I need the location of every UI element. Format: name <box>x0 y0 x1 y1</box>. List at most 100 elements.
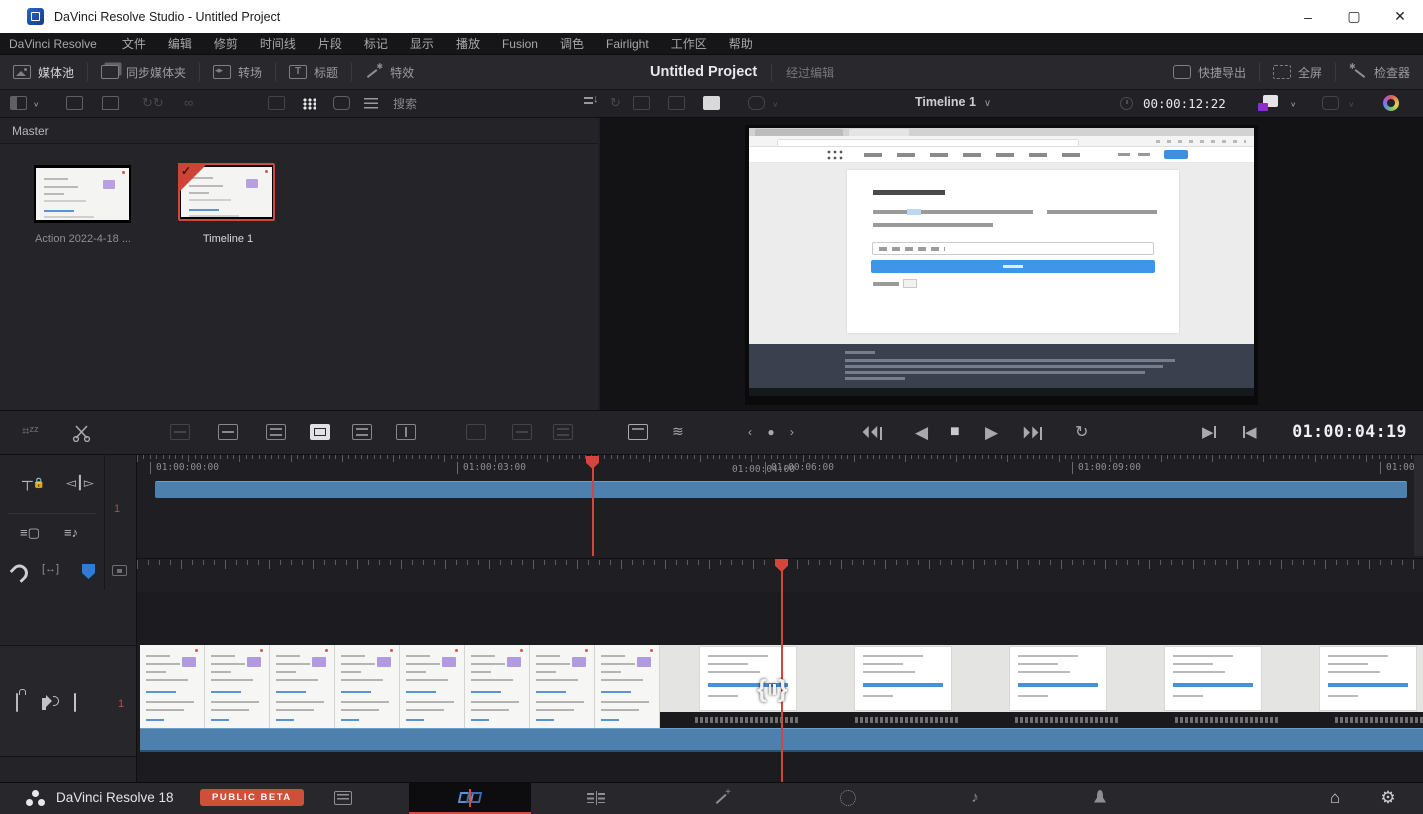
loop-button[interactable]: ↻ <box>1075 422 1088 442</box>
refresh-bin-icon[interactable]: ↻↻ <box>142 95 164 111</box>
menu-trim[interactable]: 修剪 <box>203 35 249 52</box>
media-clip-timeline1[interactable] <box>178 163 275 221</box>
previous-edit-button[interactable]: ◀ <box>1243 423 1257 441</box>
linked-selection-icon[interactable]: [↔] <box>42 563 59 575</box>
page-edit[interactable] <box>568 783 624 812</box>
menu-fusion[interactable]: Fusion <box>491 37 549 51</box>
smart-insert-icon[interactable] <box>170 424 190 440</box>
video-clip-1-filmstrip[interactable] <box>140 645 660 728</box>
filmstrip-view-icon[interactable] <box>268 96 285 110</box>
go-to-start-button[interactable]: ⏴⏴ <box>862 423 882 443</box>
tools-menu-icon[interactable]: ⌗ᶻᶻ <box>22 423 39 439</box>
media-pool-button[interactable]: 媒体池 <box>0 55 87 89</box>
bin-breadcrumb[interactable]: Master <box>0 118 598 144</box>
source-clip-mode-icon[interactable] <box>633 96 650 110</box>
track-lock-tool-icon[interactable]: ┬🔒 <box>22 473 45 490</box>
menu-color[interactable]: 调色 <box>549 35 595 52</box>
insert-audio-tool-icon[interactable]: ≡♪ <box>64 525 78 540</box>
overwrite-disabled-icon[interactable] <box>512 424 532 440</box>
safe-area-chevron-icon[interactable]: ∨ <box>772 100 779 109</box>
play-forward-button[interactable]: ▶ <box>985 423 998 443</box>
menu-timeline[interactable]: 时间线 <box>249 35 307 52</box>
menu-edit[interactable]: 编辑 <box>157 35 203 52</box>
reset-sort-icon[interactable]: ↻ <box>610 95 621 111</box>
import-media-icon[interactable] <box>66 96 83 110</box>
timeline-timecode[interactable]: 01:00:04:19 <box>1292 422 1407 441</box>
menu-mark[interactable]: 标记 <box>353 35 399 52</box>
menu-playback[interactable]: 播放 <box>445 35 491 52</box>
source-tape-mode-icon[interactable] <box>668 96 685 110</box>
titles-button[interactable]: 标题 <box>276 55 351 89</box>
insert-disabled-icon[interactable] <box>466 424 486 440</box>
position-lock-shield-icon[interactable] <box>82 564 95 579</box>
search-input[interactable] <box>393 94 573 114</box>
menu-help[interactable]: 帮助 <box>718 35 764 52</box>
snapping-magnet-icon[interactable] <box>12 565 25 579</box>
preview-play-icon[interactable] <box>628 424 648 440</box>
play-reverse-button[interactable]: ◀ <box>915 423 928 443</box>
timeline-mode-icon[interactable] <box>703 96 720 110</box>
thumbnail-view-icon[interactable] <box>303 98 316 110</box>
page-fairlight[interactable]: ♪ <box>947 783 1003 812</box>
razor-tool-icon[interactable] <box>72 424 92 442</box>
page-fusion[interactable] <box>695 783 751 812</box>
trim-editor-tool-icon[interactable]: ◅┃▻ <box>66 475 94 491</box>
append-clip-icon[interactable] <box>218 424 238 440</box>
fullscreen-button[interactable]: 全屏 <box>1260 55 1335 89</box>
replace-disabled-icon[interactable] <box>553 424 573 440</box>
menu-workspace[interactable]: 工作区 <box>660 35 718 52</box>
tools-chevron-icon[interactable]: ∨ <box>1290 100 1297 109</box>
quick-export-button[interactable]: 快捷导出 <box>1160 55 1259 89</box>
sync-bin-button[interactable]: 同步媒体夹 <box>88 55 199 89</box>
overview-playhead[interactable] <box>592 456 594 556</box>
stop-button[interactable]: ■ <box>950 423 960 441</box>
menu-fairlight[interactable]: Fairlight <box>595 37 660 51</box>
marker-flag-icon[interactable] <box>112 565 127 576</box>
settings-button[interactable]: ⚙ <box>1360 783 1416 812</box>
bin-sidebar-toggle-icon[interactable] <box>10 96 27 110</box>
page-deliver[interactable] <box>1072 783 1128 812</box>
source-overwrite-icon[interactable] <box>396 424 416 440</box>
timeline-playhead[interactable] <box>781 559 783 782</box>
home-button[interactable]: ⌂ <box>1307 783 1363 812</box>
bin-sidebar-chevron-icon[interactable]: ∨ <box>33 100 40 109</box>
effects-button[interactable]: 特效 <box>352 55 427 89</box>
insert-clip-tool-icon[interactable]: ≡▢ <box>20 525 40 541</box>
stabilize-tool-icon[interactable] <box>1322 96 1339 110</box>
color-adjust-icon[interactable] <box>1383 95 1399 111</box>
minimize-button[interactable]: – <box>1285 0 1331 33</box>
audio-mixer-icon[interactable]: ≋ <box>672 423 684 440</box>
ripple-overwrite-icon[interactable] <box>266 424 286 440</box>
place-on-top-icon[interactable] <box>352 424 372 440</box>
menu-clip[interactable]: 片段 <box>307 35 353 52</box>
go-to-end-button[interactable]: ⏵⏵ <box>1022 423 1042 443</box>
new-bin-icon[interactable] <box>102 96 119 110</box>
inspector-button[interactable]: 检查器 <box>1336 55 1423 89</box>
maximize-button[interactable]: ▢ <box>1331 0 1377 33</box>
page-color[interactable] <box>820 783 876 812</box>
close-button[interactable]: ✕ <box>1377 0 1423 33</box>
jog-control[interactable]: ‹ ● › <box>748 425 800 439</box>
list-view-icon[interactable] <box>364 98 378 109</box>
sync-bin-icon <box>101 65 119 79</box>
edit-point-trim-indicator[interactable]: {} <box>757 675 787 704</box>
timeline-overview-clip[interactable] <box>155 481 1407 498</box>
page-cut[interactable] <box>409 783 531 812</box>
page-media[interactable] <box>315 783 371 812</box>
tools-camera-icon[interactable] <box>1258 95 1278 111</box>
media-clip-action[interactable] <box>34 165 131 223</box>
stabilize-chevron-icon[interactable]: ∨ <box>1348 100 1355 109</box>
menu-file[interactable]: 文件 <box>111 35 157 52</box>
close-up-icon[interactable] <box>310 424 330 440</box>
track-enable-icon[interactable] <box>74 694 76 711</box>
next-edit-button[interactable]: ▶ <box>1202 423 1216 441</box>
sort-icon[interactable] <box>584 97 593 110</box>
menu-view[interactable]: 显示 <box>399 35 445 52</box>
track-lock-icon[interactable] <box>16 694 18 711</box>
timeline-selector[interactable]: Timeline 1∨ <box>915 95 991 109</box>
relink-icon[interactable]: ∞ <box>184 95 193 110</box>
transitions-button[interactable]: 转场 <box>200 55 275 89</box>
menu-davinci-resolve[interactable]: DaVinci Resolve <box>0 37 111 51</box>
safe-area-icon[interactable] <box>748 96 765 110</box>
strip-view-icon[interactable] <box>333 96 350 110</box>
